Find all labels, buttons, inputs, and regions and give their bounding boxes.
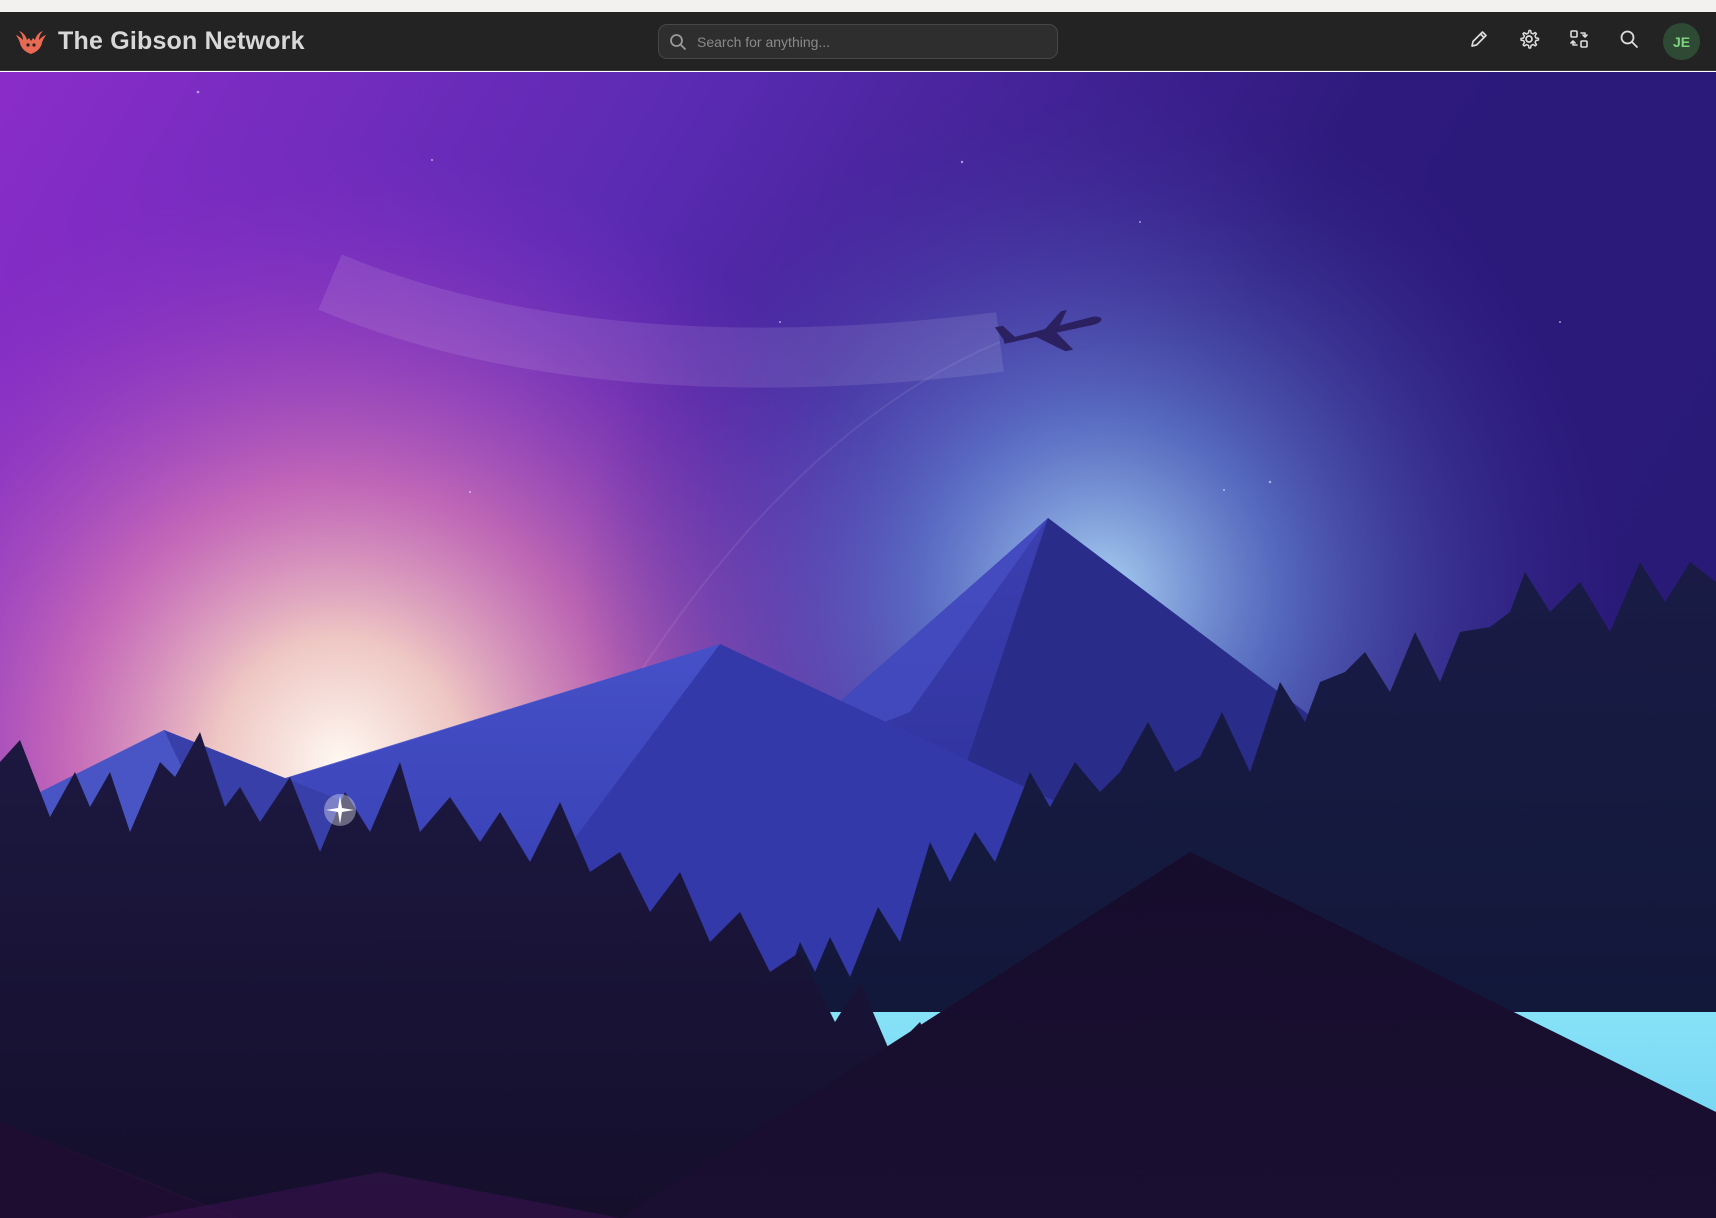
search-icon — [669, 33, 687, 51]
search-icon — [1618, 28, 1640, 55]
switch-workspace-button[interactable] — [1559, 22, 1599, 62]
gear-icon — [1518, 28, 1540, 55]
toolbar-actions: JE — [1449, 12, 1700, 71]
hero-illustration — [0, 72, 1716, 1218]
global-search[interactable] — [658, 24, 1058, 59]
avatar[interactable]: JE — [1663, 23, 1700, 60]
brand[interactable]: The Gibson Network — [14, 12, 305, 71]
logo-icon — [14, 25, 48, 59]
landscape-illustration — [0, 72, 1716, 1218]
top-navigation-bar: The Gibson Network Search for anything..… — [0, 12, 1716, 71]
switch-workspace-icon — [1568, 28, 1590, 55]
edit-button[interactable] — [1459, 22, 1499, 62]
search-button[interactable] — [1609, 22, 1649, 62]
settings-button[interactable] — [1509, 22, 1549, 62]
search-input[interactable] — [695, 32, 1039, 51]
avatar-initials: JE — [1672, 33, 1691, 50]
app-title: The Gibson Network — [58, 27, 305, 55]
window-top-strip — [0, 0, 1716, 12]
edit-icon — [1468, 28, 1490, 55]
